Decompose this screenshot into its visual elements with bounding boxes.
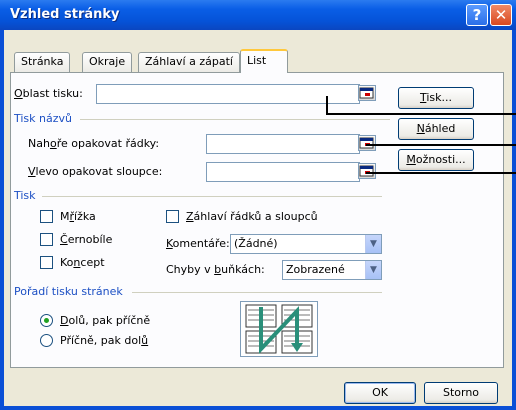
page-setup-window: Vzhled stránky ? ✕ Stránka Okraje Záhlav… xyxy=(0,0,516,410)
print-button[interactable]: Tisk... xyxy=(398,87,474,109)
print-area-input[interactable] xyxy=(96,84,360,104)
comments-select[interactable]: (Žádné) ▼ xyxy=(230,234,382,254)
tab-sheet[interactable]: List xyxy=(240,49,288,73)
range-picker-icon xyxy=(359,165,374,177)
cell-errors-label: Chyby v buňkách: xyxy=(166,263,265,276)
comments-label: Komentáře: xyxy=(166,237,230,250)
gridlines-label: Mřížka xyxy=(60,210,96,223)
preview-button[interactable]: Náhled xyxy=(398,118,474,140)
print-area-label: Oblast tisku: xyxy=(14,87,83,100)
range-picker-icon xyxy=(359,87,374,99)
print-heading: Tisk xyxy=(14,189,36,202)
cancel-button[interactable]: Storno xyxy=(424,382,498,404)
down-then-over-label: Dolů, pak příčně xyxy=(60,314,151,327)
close-button[interactable]: ✕ xyxy=(490,4,512,26)
options-button[interactable]: Možnosti... xyxy=(398,149,474,171)
print-area-picker-button[interactable] xyxy=(358,85,376,101)
range-picker-icon xyxy=(359,137,374,149)
page-order-divider xyxy=(132,292,382,293)
draft-checkbox[interactable] xyxy=(40,256,53,269)
tab-header-footer-label: Záhlaví a zápatí xyxy=(145,55,233,68)
page-order-heading: Pořadí tisku stránek xyxy=(14,285,123,298)
tab-sheet-label: List xyxy=(247,54,267,67)
print-titles-heading: Tisk názvů xyxy=(14,112,73,125)
tab-page-label: Stránka xyxy=(21,55,64,68)
callout-line xyxy=(366,144,516,146)
draft-label: Koncept xyxy=(60,256,105,269)
tab-page[interactable]: Stránka xyxy=(14,52,71,72)
rows-to-repeat-label: Nahoře opakovat řádky: xyxy=(28,137,160,150)
close-icon: ✕ xyxy=(494,6,508,24)
chevron-down-icon[interactable]: ▼ xyxy=(365,235,381,253)
row-col-headings-label: Záhlaví řádků a sloupců xyxy=(186,210,318,223)
columns-to-repeat-input[interactable] xyxy=(206,162,360,182)
print-divider xyxy=(42,196,382,197)
tab-margins[interactable]: Okraje xyxy=(82,52,133,72)
tab-margins-label: Okraje xyxy=(89,55,126,68)
callout-line xyxy=(326,113,516,115)
callout-line xyxy=(366,172,516,174)
black-white-label: Černobíle xyxy=(60,233,113,246)
over-then-down-label: Příčně, pak dolů xyxy=(60,334,149,347)
help-button[interactable]: ? xyxy=(466,4,488,26)
rows-to-repeat-input[interactable] xyxy=(206,134,360,154)
comments-select-value: (Žádné) xyxy=(234,237,278,250)
cell-errors-select-value: Zobrazené xyxy=(286,263,345,276)
over-then-down-radio[interactable] xyxy=(40,334,53,347)
title-bar[interactable]: Vzhled stránky ? ✕ xyxy=(0,0,516,30)
rows-picker-button[interactable] xyxy=(358,135,376,151)
tab-header-footer[interactable]: Záhlaví a zápatí xyxy=(138,52,240,72)
help-icon: ? xyxy=(472,6,482,24)
columns-to-repeat-label: Vlevo opakovat sloupce: xyxy=(28,165,163,178)
chevron-down-icon[interactable]: ▼ xyxy=(365,261,381,279)
window-title: Vzhled stránky xyxy=(10,7,120,22)
page-order-preview-icon xyxy=(240,301,318,357)
gridlines-checkbox[interactable] xyxy=(40,210,53,223)
cell-errors-select[interactable]: Zobrazené ▼ xyxy=(282,260,382,280)
print-titles-divider xyxy=(80,119,390,120)
ok-button[interactable]: OK xyxy=(344,382,416,404)
row-col-headings-checkbox[interactable] xyxy=(166,210,179,223)
columns-picker-button[interactable] xyxy=(358,163,376,179)
black-white-checkbox[interactable] xyxy=(40,233,53,246)
down-then-over-radio[interactable] xyxy=(40,314,53,327)
